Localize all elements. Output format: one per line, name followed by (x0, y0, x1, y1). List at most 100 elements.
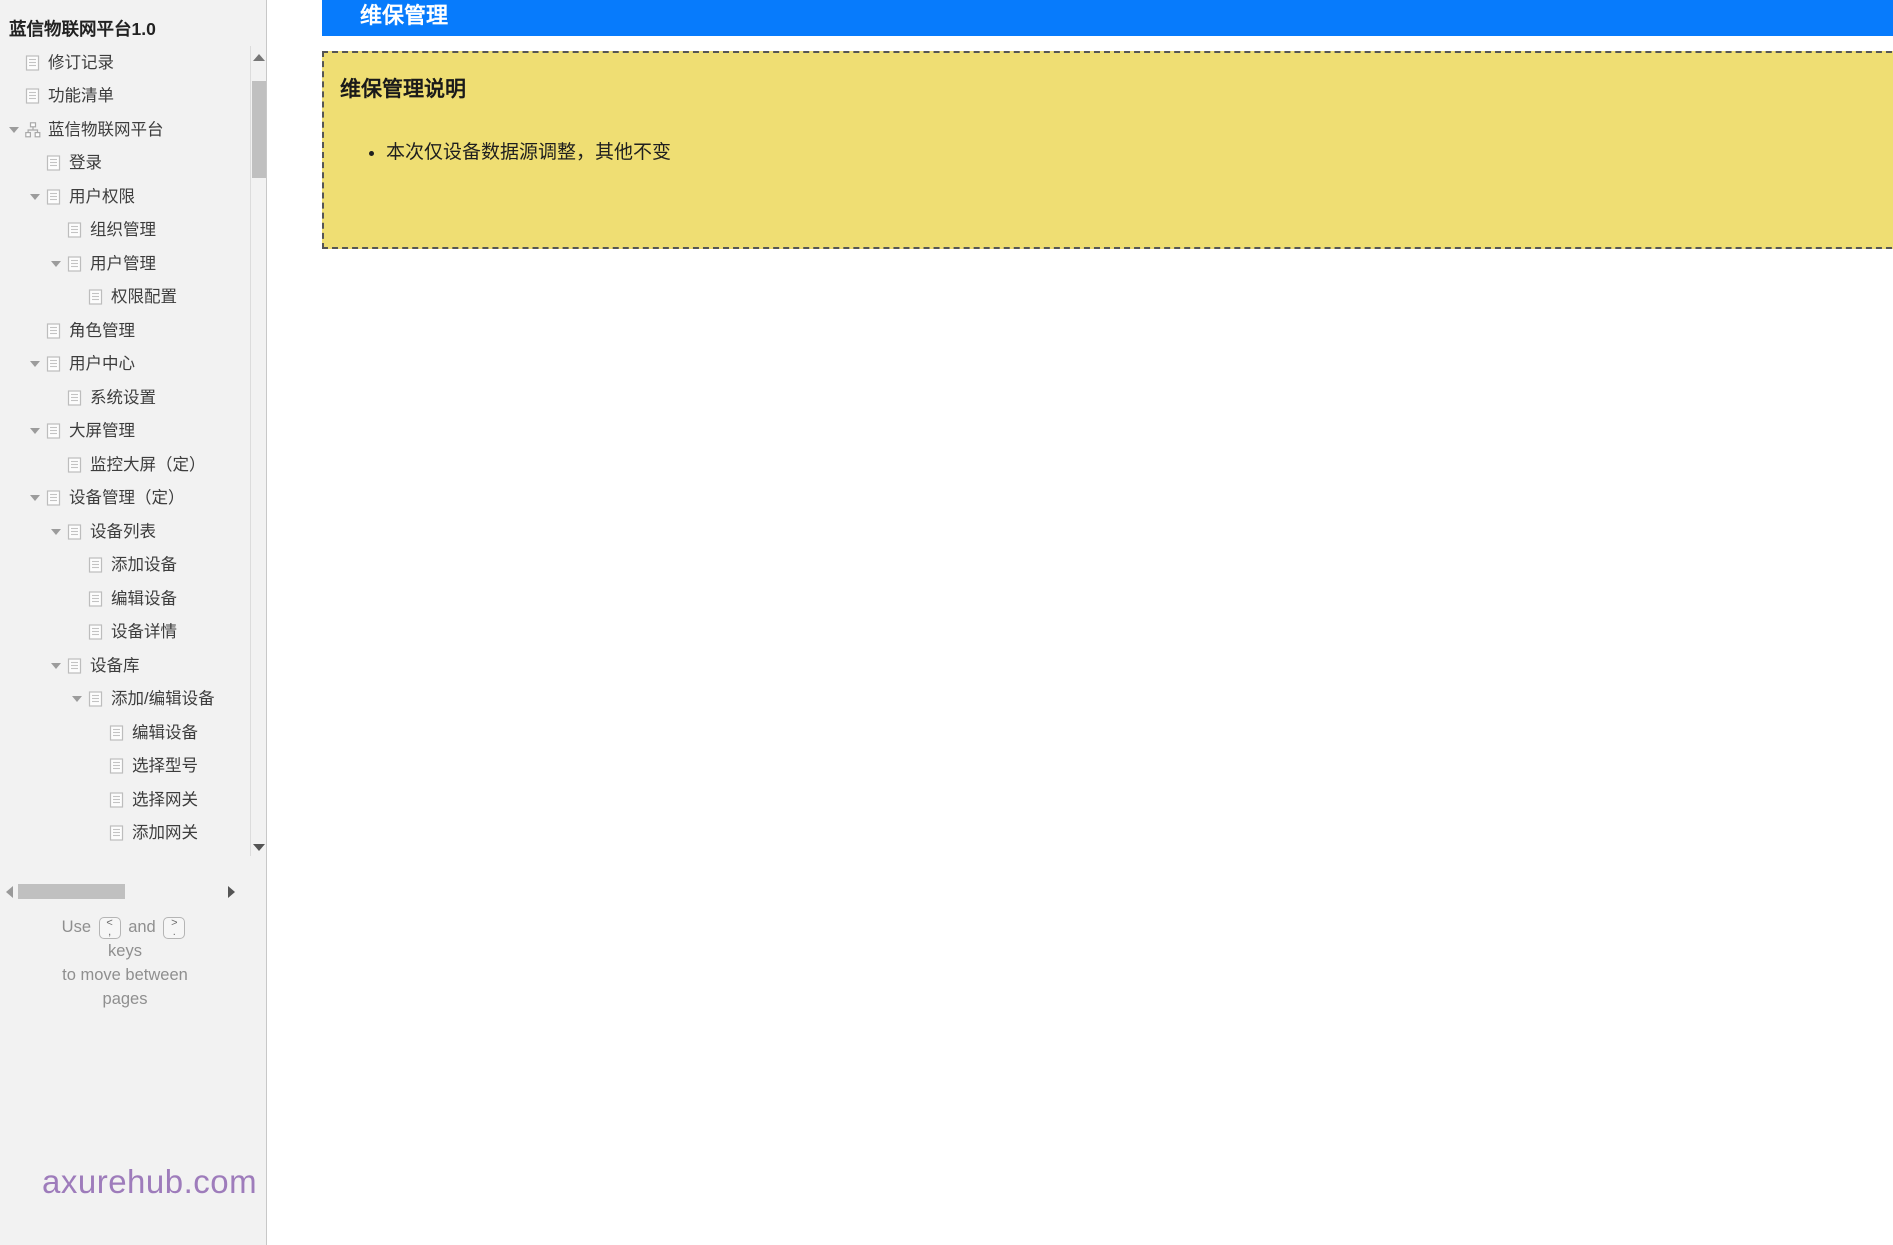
chevron-down-icon[interactable] (45, 260, 66, 267)
page-icon (87, 691, 104, 708)
sitemap-item-label: 系统设置 (90, 388, 156, 407)
page-icon (87, 624, 104, 641)
tree-vertical-scrollbar[interactable] (250, 46, 266, 856)
axure-prototype-viewer: 蓝信物联网平台1.0 修订记录 功能清单 蓝信物联网平台 登录 用户权限 组织管理 用户管理… (0, 0, 1893, 1245)
sitemap-item-23[interactable]: 添加网关 (0, 817, 249, 851)
sitemap-item-14[interactable]: 设备列表 (0, 515, 249, 549)
sitemap-item-9[interactable]: 用户中心 (0, 348, 249, 382)
chevron-down-icon[interactable] (45, 662, 66, 669)
page-icon (108, 791, 125, 808)
sitemap-item-0[interactable]: 修订记录 (0, 46, 249, 80)
page-icon (24, 54, 41, 71)
page-icon (66, 255, 83, 272)
sitemap-item-11[interactable]: 大屏管理 (0, 415, 249, 449)
chevron-down-icon[interactable] (24, 193, 45, 200)
chevron-down-icon[interactable] (45, 528, 66, 535)
sitemap-item-6[interactable]: 用户管理 (0, 247, 249, 281)
sitemap-item-18[interactable]: 设备库 (0, 649, 249, 683)
sitemap-item-1[interactable]: 功能清单 (0, 80, 249, 114)
sitemap-item-label: 选择网关 (132, 790, 198, 809)
page-icon (45, 155, 62, 172)
sitemap-item-label: 用户权限 (69, 187, 135, 206)
sitemap-item-label: 修订记录 (48, 53, 114, 72)
use-label: Use (61, 918, 92, 936)
sitemap-item-label: 设备库 (90, 656, 140, 675)
page-icon (108, 758, 125, 775)
page-icon (24, 88, 41, 105)
keyboard-hint-keys: keys (108, 942, 142, 960)
vertical-scroll-thumb[interactable] (252, 81, 266, 178)
sitemap-sidebar: 蓝信物联网平台1.0 修订记录 功能清单 蓝信物联网平台 登录 用户权限 组织管理 用户管理… (0, 0, 267, 1245)
triangle-right-icon (227, 886, 235, 898)
sitemap-item-7[interactable]: 权限配置 (0, 281, 249, 315)
keyboard-hint-line2: to move between (62, 966, 188, 984)
chevron-down-icon[interactable] (24, 495, 45, 502)
chevron-down-icon[interactable] (24, 361, 45, 368)
page-icon (66, 389, 83, 406)
sitemap-item-16[interactable]: 编辑设备 (0, 582, 249, 616)
sitemap-item-4[interactable]: 用户权限 (0, 180, 249, 214)
sitemap-item-label: 编辑设备 (111, 589, 177, 608)
sitemap-item-21[interactable]: 选择型号 (0, 750, 249, 784)
keyboard-hint-line3: pages (102, 990, 148, 1008)
sitemap-item-12[interactable]: 监控大屏（定） (0, 448, 249, 482)
sitemap-item-5[interactable]: 组织管理 (0, 214, 249, 248)
prev-key-bottom: , (108, 925, 112, 938)
sitemap-item-label: 用户中心 (69, 355, 135, 373)
page-icon (108, 825, 125, 842)
chevron-down-icon[interactable] (24, 428, 45, 435)
sitemap-item-19[interactable]: 添加/编辑设备 (0, 683, 249, 717)
page-icon (45, 188, 62, 205)
page-icon (87, 557, 104, 574)
tree-horizontal-scrollbar[interactable] (0, 880, 249, 902)
scroll-up-button[interactable] (251, 49, 266, 66)
sitemap-item-label: 蓝信物联网平台 (48, 120, 164, 139)
triangle-down-icon (253, 844, 265, 851)
page-icon (45, 423, 62, 440)
sitemap-item-3[interactable]: 登录 (0, 147, 249, 181)
next-page-keycap: > . (163, 916, 186, 939)
sitemap-item-label: 添加/编辑设备 (111, 690, 215, 708)
chevron-down-icon[interactable] (3, 126, 24, 133)
sitemap-item-label: 权限配置 (111, 288, 177, 306)
chevron-down-icon[interactable] (66, 696, 87, 703)
sitemap-item-label: 添加设备 (111, 556, 177, 574)
sitemap-item-8[interactable]: 角色管理 (0, 314, 249, 348)
page-icon (66, 222, 83, 239)
page-icon (45, 356, 62, 373)
triangle-left-icon (5, 886, 13, 898)
sitemap-item-label: 选择型号 (132, 757, 198, 775)
sitemap-item-20[interactable]: 编辑设备 (0, 716, 249, 750)
sitemap-item-24[interactable]: 导入设备 (0, 850, 249, 856)
sitemap-item-label: 监控大屏（定） (90, 455, 206, 474)
keyboard-hint: Use < , and > . keys to move between pag… (0, 915, 250, 1011)
sitemap-item-2[interactable]: 蓝信物联网平台 (0, 113, 249, 147)
sitemap-item-10[interactable]: 系统设置 (0, 381, 249, 415)
sitemap-item-22[interactable]: 选择网关 (0, 783, 249, 817)
sitemap-item-13[interactable]: 设备管理（定） (0, 482, 249, 516)
page-banner-title: 维保管理 (360, 3, 449, 28)
page-icon (108, 724, 125, 741)
scroll-right-button[interactable] (223, 884, 239, 900)
sitemap-item-label: 设备详情 (111, 623, 177, 641)
page-icon (45, 490, 62, 507)
page-icon (66, 456, 83, 473)
notice-list: 本次仅设备数据源调整，其他不变 (364, 141, 671, 165)
sitemap-item-label: 设备列表 (90, 522, 156, 541)
and-label: and (128, 918, 156, 936)
scroll-left-button[interactable] (1, 884, 17, 900)
notice-panel: 维保管理说明 本次仅设备数据源调整，其他不变 (322, 51, 1893, 249)
page-icon (66, 523, 83, 540)
sitemap-item-label: 功能清单 (48, 87, 114, 105)
sitemap-item-15[interactable]: 添加设备 (0, 549, 249, 583)
page-icon (87, 590, 104, 607)
next-key-bottom: . (172, 925, 176, 938)
page-icon (66, 657, 83, 674)
notice-title: 维保管理说明 (340, 78, 466, 101)
keyboard-hint-line1: Use < , and > . (0, 915, 250, 939)
sitemap-item-label: 设备管理（定） (69, 489, 185, 507)
scroll-down-button[interactable] (251, 839, 266, 856)
sitemap-tree[interactable]: 修订记录功能清单蓝信物联网平台登录用户权限组织管理 用户管理权限配置角色管理用户中… (0, 46, 249, 856)
sitemap-item-17[interactable]: 设备详情 (0, 616, 249, 650)
horizontal-scroll-thumb[interactable] (18, 884, 125, 899)
